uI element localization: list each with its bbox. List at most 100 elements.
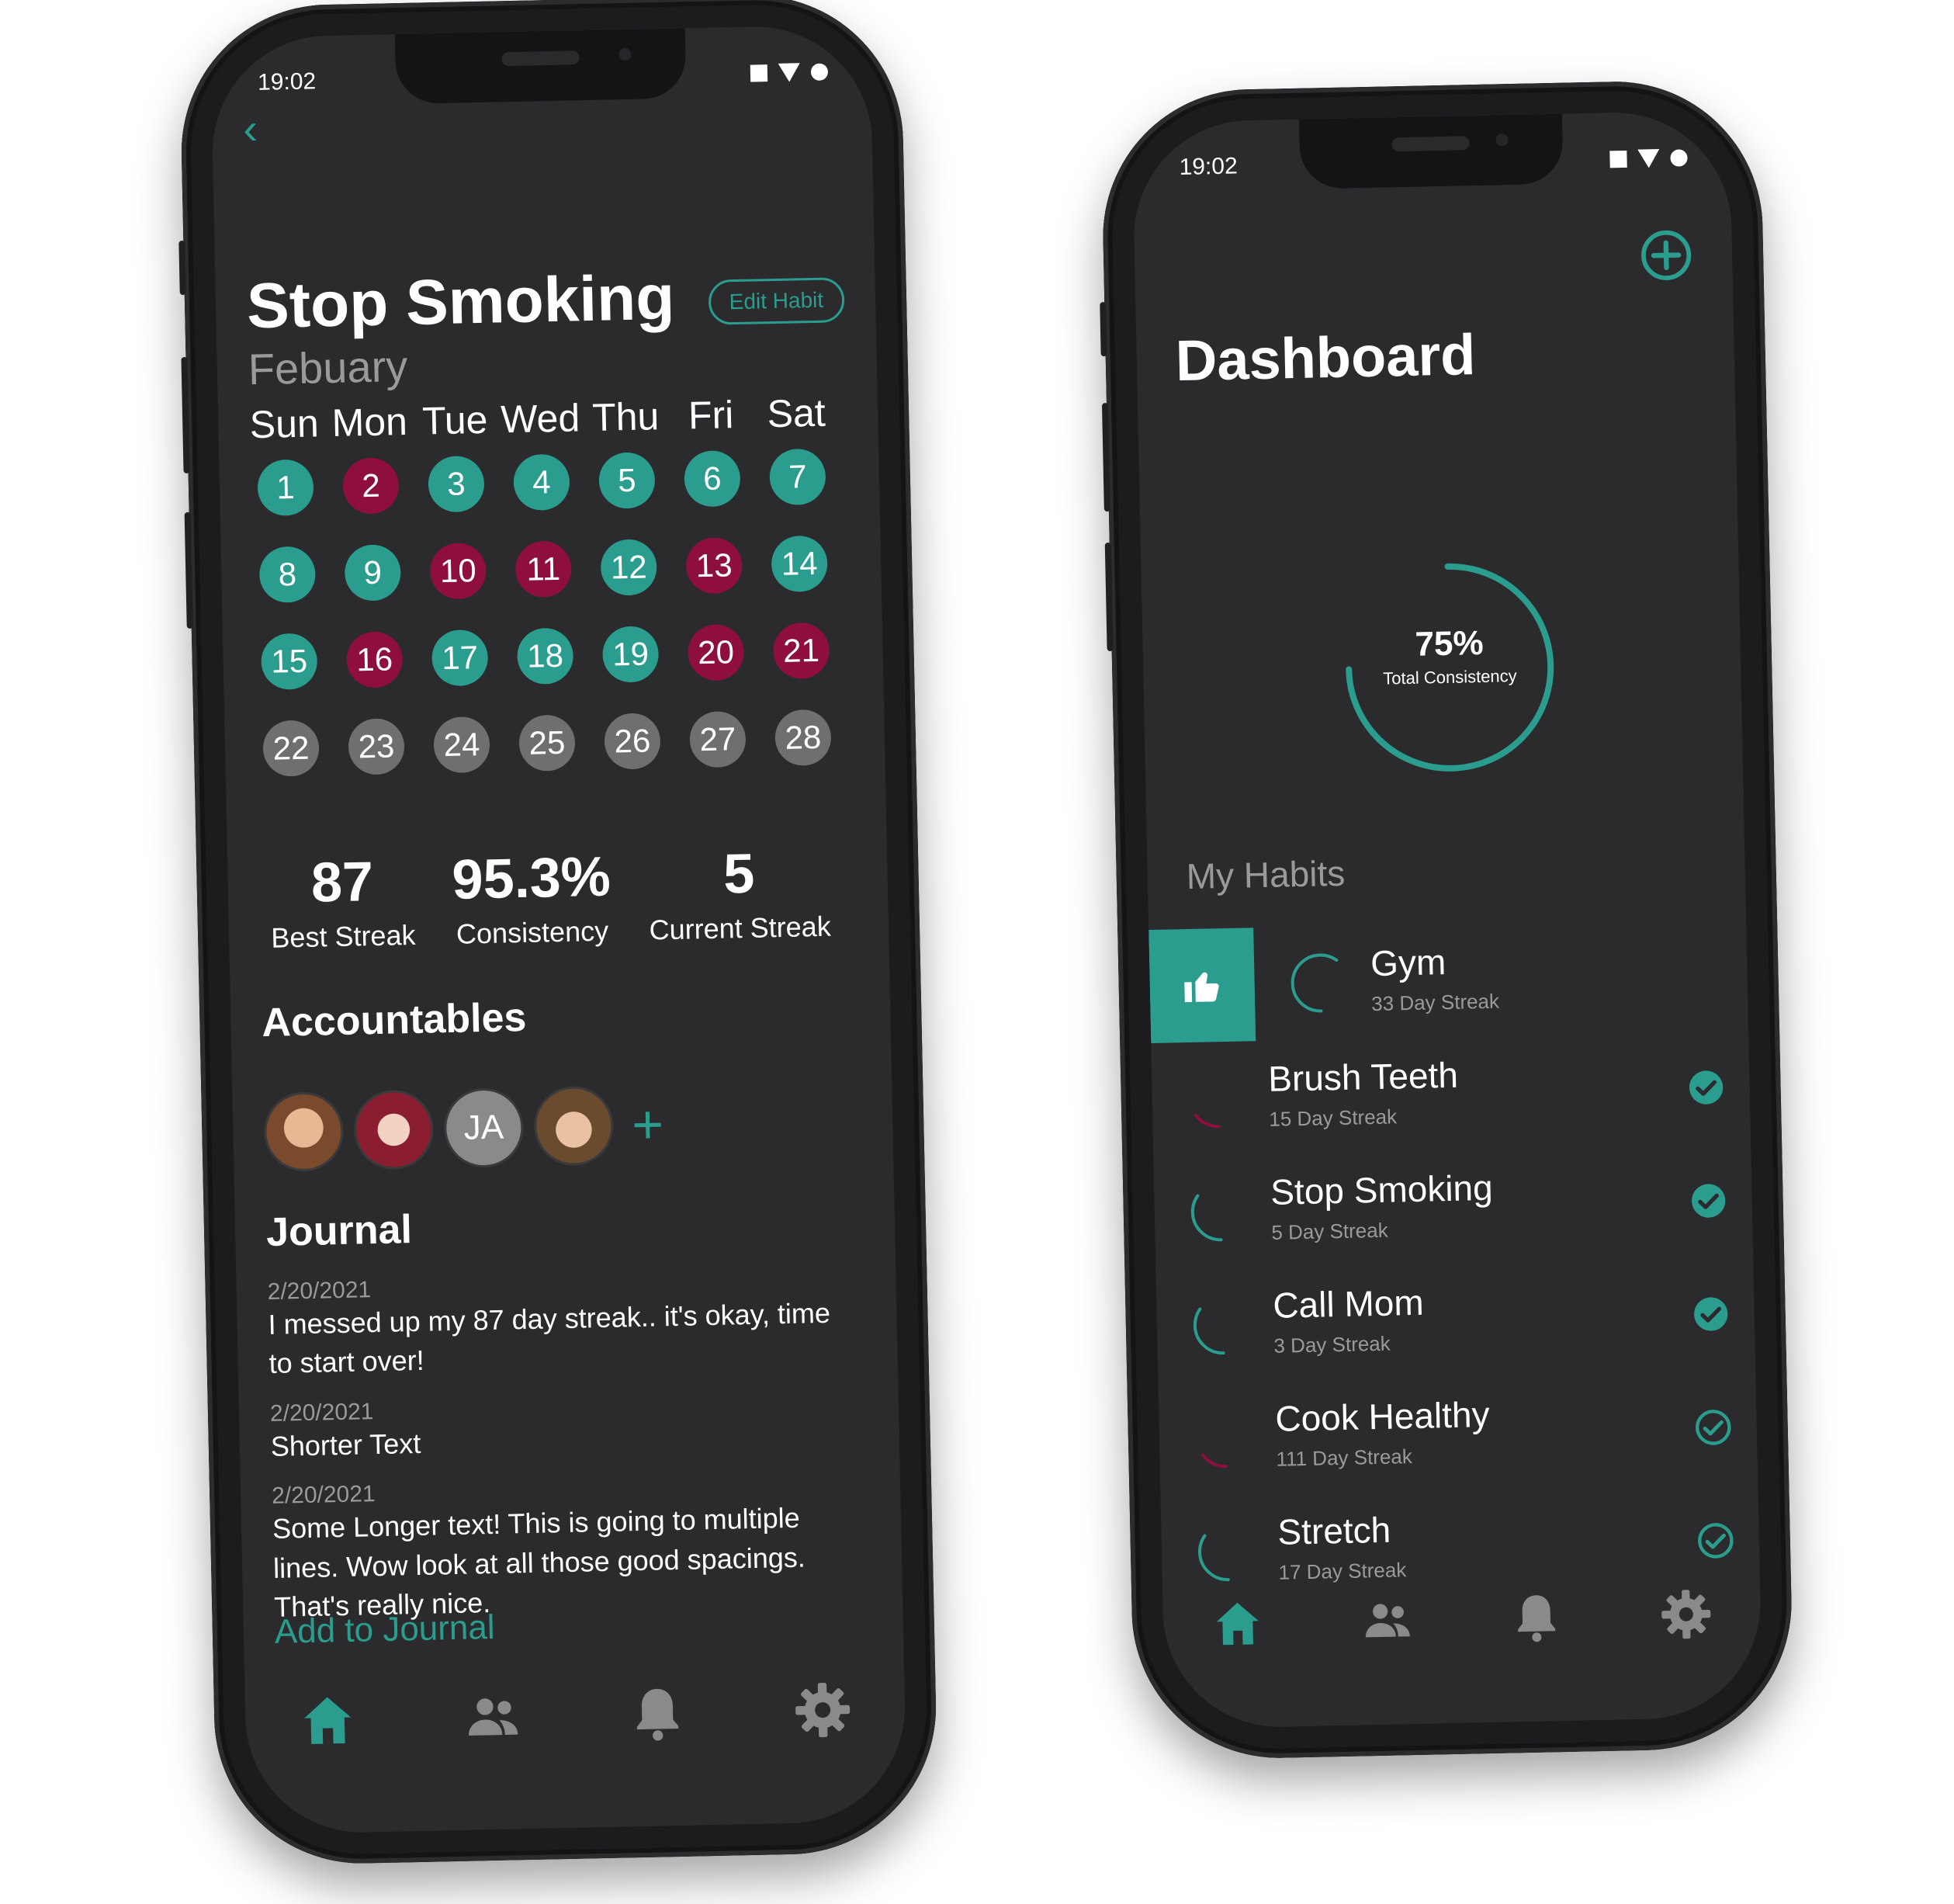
habit-detail-screen: 19:02 ‹ Stop Smoking Edit Habit Febuary …: [210, 24, 908, 1835]
calendar-day-future[interactable]: 24: [433, 716, 490, 774]
weekday-label: Mon: [331, 399, 408, 445]
calendar-day-future[interactable]: 23: [348, 718, 405, 775]
calendar-day-ok[interactable]: 4: [513, 453, 570, 512]
bottom-nav: [1162, 1585, 1761, 1653]
habit-streak: 5 Day Streak: [1271, 1218, 1388, 1244]
people-icon[interactable]: [1359, 1592, 1415, 1649]
habit-row[interactable]: Gym 33 Day Streak: [1148, 917, 1748, 1044]
stat-label: Consistency: [456, 914, 609, 950]
calendar-day-miss[interactable]: 16: [345, 631, 404, 688]
complete-swipe-action[interactable]: [1148, 928, 1256, 1044]
calendar-cell: 14: [756, 535, 842, 593]
habit-row[interactable]: Cook Healthy 111 Day Streak: [1158, 1371, 1758, 1496]
calendar-cell: 20: [673, 623, 759, 681]
habit-name: Brush Teeth: [1267, 1054, 1459, 1099]
bell-icon[interactable]: [1508, 1589, 1564, 1646]
battery-icon: [810, 63, 829, 81]
weekday-label: Wed: [500, 396, 580, 442]
habit-progress-ring: [1291, 953, 1350, 1013]
avatar-initials[interactable]: JA: [443, 1087, 525, 1169]
check-circle-filled-icon[interactable]: [1688, 1180, 1729, 1225]
calendar-day-miss[interactable]: 2: [342, 457, 400, 515]
calendar-cell: 8: [244, 546, 331, 603]
avatar[interactable]: [263, 1091, 345, 1172]
calendar-day-miss[interactable]: 20: [687, 623, 745, 681]
avatar[interactable]: [533, 1085, 615, 1167]
weekday-label: Thu: [591, 394, 660, 439]
stat-current-streak: 5 Current Streak: [647, 841, 831, 947]
calendar-cell: 24: [418, 716, 504, 774]
check-circle-outline-icon[interactable]: [1692, 1406, 1734, 1451]
calendar-day-ok[interactable]: 1: [257, 459, 314, 516]
habit-row[interactable]: Call Mom 3 Day Streak: [1155, 1257, 1755, 1383]
journal-entry: 2/20/2021 I messed up my 87 day streak..…: [267, 1267, 859, 1384]
avatar[interactable]: [353, 1089, 435, 1170]
weekday-label: Tue: [421, 397, 488, 443]
calendar-day-ok[interactable]: 8: [258, 546, 317, 603]
habit-name: Cook Healthy: [1274, 1394, 1491, 1439]
edit-habit-button[interactable]: Edit Habit: [708, 277, 845, 325]
calendar-day-ok[interactable]: 5: [598, 452, 656, 509]
calendar-cell: 3: [413, 455, 499, 513]
gear-icon[interactable]: [1658, 1586, 1714, 1642]
calendar-cell: 25: [504, 714, 590, 772]
check-circle-outline-icon[interactable]: [1695, 1520, 1736, 1565]
calendar-day-future[interactable]: 22: [262, 720, 320, 777]
habit-streak: 33 Day Streak: [1370, 989, 1500, 1016]
calendar-day-future[interactable]: 26: [604, 713, 661, 770]
status-time: 19:02: [257, 68, 317, 95]
dashboard-screen: 19:02 Dashboard 75% Total Consistency My…: [1131, 110, 1763, 1729]
calendar-cell: 9: [330, 544, 416, 602]
calendar-day-miss[interactable]: 21: [772, 622, 830, 680]
my-habits-title: My Habits: [1186, 852, 1346, 897]
volume-down-button: [184, 512, 193, 629]
habit-row[interactable]: Brush Teeth 15 Day Streak: [1151, 1031, 1751, 1157]
stat-consistency: 95.3% Consistency: [452, 845, 612, 951]
gear-icon[interactable]: [791, 1678, 854, 1742]
calendar-day-ok[interactable]: 3: [428, 455, 485, 513]
calendar-day-miss[interactable]: 11: [514, 540, 573, 598]
calendar-day-future[interactable]: 28: [774, 709, 832, 767]
habit-progress-arc: [1188, 1069, 1248, 1129]
calendar-day-ok[interactable]: 17: [431, 629, 489, 687]
calendar-day-ok[interactable]: 18: [516, 627, 574, 685]
habit-name: Stop Smoking: [1270, 1167, 1494, 1212]
habit-progress-ring: [1197, 1522, 1257, 1582]
notch: [394, 28, 687, 105]
calendar-day-ok[interactable]: 7: [769, 448, 826, 506]
check-circle-filled-icon[interactable]: [1685, 1067, 1727, 1112]
home-icon[interactable]: [296, 1689, 360, 1753]
calendar-cell: 4: [498, 453, 584, 512]
volume-up-button: [181, 356, 190, 473]
bell-icon[interactable]: [626, 1682, 690, 1746]
check-circle-filled-icon[interactable]: [1690, 1293, 1731, 1338]
calendar-day-ok[interactable]: 19: [601, 626, 660, 683]
habit-streak: 17 Day Streak: [1278, 1558, 1407, 1584]
calendar-day-ok[interactable]: 15: [260, 633, 318, 690]
stat-best-streak: 87 Best Streak: [269, 849, 416, 955]
calendar-day-ok[interactable]: 12: [600, 539, 657, 596]
add-accountable-plus-icon[interactable]: +: [631, 1094, 664, 1155]
calendar-day-miss[interactable]: 10: [429, 542, 487, 600]
accountables-list: JA +: [263, 1084, 664, 1172]
add-to-journal-link[interactable]: Add to Journal: [274, 1608, 495, 1652]
calendar-day-future[interactable]: 27: [689, 710, 747, 768]
calendar-cell: 5: [584, 452, 670, 509]
calendar-cell: 1: [242, 459, 328, 516]
journal-entry-text: Some Longer text! This is going to multi…: [272, 1501, 806, 1623]
calendar-day-ok[interactable]: 6: [684, 449, 741, 508]
habit-row[interactable]: Stop Smoking 5 Day Streak: [1153, 1144, 1753, 1270]
back-chevron-icon[interactable]: ‹: [243, 104, 258, 153]
habit-title: Stop Smoking: [246, 262, 676, 342]
calendar-day-future[interactable]: 25: [518, 714, 576, 772]
calendar-day-ok[interactable]: 14: [771, 535, 828, 593]
calendar-cell: 22: [248, 720, 334, 777]
calendar-day-miss[interactable]: 13: [685, 536, 743, 595]
people-icon[interactable]: [461, 1685, 525, 1749]
bottom-nav: [244, 1677, 905, 1753]
habit-progress-ring: [1193, 1295, 1252, 1355]
add-habit-plus-circle-icon[interactable]: [1638, 227, 1693, 283]
mute-switch: [1100, 302, 1107, 357]
calendar-day-ok[interactable]: 9: [344, 544, 402, 602]
home-icon[interactable]: [1209, 1595, 1266, 1652]
